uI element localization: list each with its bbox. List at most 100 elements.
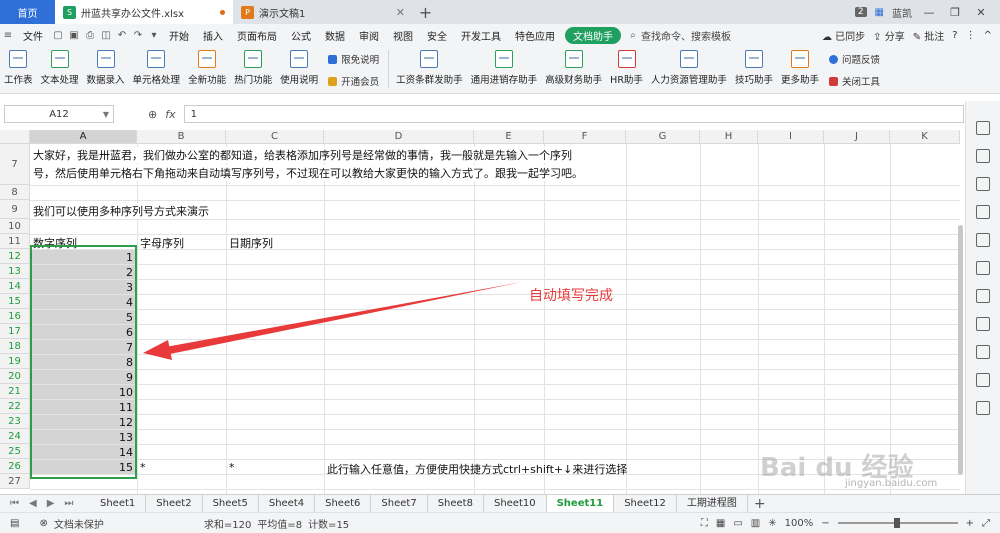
menu-start[interactable]: 开始 xyxy=(162,28,196,43)
zoom-slider[interactable] xyxy=(837,518,958,528)
helper-inventory[interactable]: 通用进销存助手 xyxy=(467,50,542,86)
cell-a19[interactable]: 8 xyxy=(31,355,136,369)
row-header[interactable]: 25 xyxy=(0,444,30,459)
cell-a20[interactable]: 9 xyxy=(31,370,136,384)
hamburger-icon[interactable]: ≡ xyxy=(0,30,16,41)
col-header-c[interactable]: C xyxy=(226,130,324,144)
table-style-icon[interactable] xyxy=(976,205,990,219)
user-avatar-icon[interactable]: ▦ xyxy=(875,7,884,18)
zoom-level[interactable]: 100% xyxy=(785,518,814,529)
save-icon[interactable]: ▣ xyxy=(66,30,82,41)
open-icon[interactable]: ▢ xyxy=(50,30,66,41)
sheet-tab[interactable]: Sheet1 xyxy=(90,494,147,513)
cell-a16[interactable]: 5 xyxy=(31,310,136,324)
row-header[interactable]: 18 xyxy=(0,339,30,354)
row-header[interactable]: 8 xyxy=(0,185,30,200)
col-header-i[interactable]: I xyxy=(758,130,824,144)
cell-d26[interactable]: 此行输入任意值，方便使用快捷方式ctrl+shift+↓来进行选择 xyxy=(327,461,627,477)
cell-a13[interactable]: 2 xyxy=(31,265,136,279)
menu-page-layout[interactable]: 页面布局 xyxy=(230,28,284,43)
row-header[interactable]: 26 xyxy=(0,459,30,474)
col-header-g[interactable]: G xyxy=(626,130,700,144)
zoom-search-icon[interactable]: ⊕ xyxy=(148,108,157,121)
close-tab-icon[interactable]: ✕ xyxy=(396,6,405,19)
col-header-b[interactable]: B xyxy=(137,130,226,144)
template-icon[interactable] xyxy=(976,345,990,359)
menu-review[interactable]: 审阅 xyxy=(352,28,386,43)
menu-insert[interactable]: 插入 xyxy=(196,28,230,43)
col-header-a[interactable]: A xyxy=(30,130,137,144)
add-sheet-button[interactable]: + xyxy=(748,496,772,512)
helper-tips[interactable]: 技巧助手 xyxy=(731,50,777,86)
menu-featured[interactable]: 特色应用 xyxy=(508,28,562,43)
print-icon[interactable]: ⎙ xyxy=(82,30,98,41)
cell-a15[interactable]: 4 xyxy=(31,295,136,309)
sheet-tab-active[interactable]: Sheet11 xyxy=(546,494,615,513)
history-icon[interactable] xyxy=(976,401,990,415)
formula-input[interactable]: 1 xyxy=(183,105,964,123)
menu-file[interactable]: 文件 xyxy=(16,28,50,43)
sheet-tab[interactable]: Sheet2 xyxy=(146,494,203,513)
helper-payroll[interactable]: 工资条群发助手 xyxy=(392,50,467,86)
cell-a26[interactable]: 15 xyxy=(31,460,136,474)
menu-doc-helper[interactable]: 文档助手 xyxy=(565,26,621,44)
select-tool-icon[interactable] xyxy=(976,121,990,135)
macro-icon[interactable]: ▤ xyxy=(10,518,19,529)
last-sheet-icon[interactable]: ⏭ xyxy=(64,498,73,509)
chart-icon[interactable] xyxy=(976,233,990,247)
sheet-tab[interactable]: 工期进程图 xyxy=(677,494,748,513)
cell-a11[interactable]: 数字序列 xyxy=(33,235,77,251)
properties-icon[interactable] xyxy=(976,177,990,191)
row-header[interactable]: 9 xyxy=(0,200,30,219)
ribbon-worksheet[interactable]: 工作表 xyxy=(0,50,37,86)
open-member-button[interactable]: 开通会员 xyxy=(328,74,379,88)
backup-icon[interactable] xyxy=(976,289,990,303)
helper-finance[interactable]: 高级财务助手 xyxy=(541,50,606,86)
cell-a21[interactable]: 10 xyxy=(31,385,136,399)
name-box[interactable]: A12 ▼ xyxy=(4,105,114,123)
page-layout-icon[interactable]: ▭ xyxy=(733,518,742,529)
cell-a25[interactable]: 14 xyxy=(31,445,136,459)
tab-other-doc[interactable]: P 演示文稿1 ✕ xyxy=(233,0,413,24)
help-icon[interactable]: ? xyxy=(952,30,957,41)
dropdown-icon[interactable]: ▾ xyxy=(146,30,162,41)
row-header[interactable]: 17 xyxy=(0,324,30,339)
undo-icon[interactable]: ↶ xyxy=(114,30,130,41)
ribbon-cell-process[interactable]: 单元格处理 xyxy=(129,50,185,86)
sheet-tab[interactable]: Sheet7 xyxy=(371,494,428,513)
cell-a14[interactable]: 3 xyxy=(31,280,136,294)
search-icon[interactable]: ⌕ xyxy=(625,30,641,41)
sheet-tab[interactable]: Sheet10 xyxy=(484,494,547,513)
row-header[interactable]: 22 xyxy=(0,399,30,414)
normal-view-icon[interactable]: ▦ xyxy=(716,518,725,529)
cell-c26[interactable]: * xyxy=(229,461,235,474)
reading-mode-icon[interactable]: ✳ xyxy=(768,518,776,529)
cell-a18[interactable]: 7 xyxy=(31,340,136,354)
scrollbar-thumb[interactable] xyxy=(958,225,963,475)
ribbon-data-entry[interactable]: 数据录入 xyxy=(83,50,129,86)
menu-view[interactable]: 视图 xyxy=(386,28,420,43)
col-header-h[interactable]: H xyxy=(700,130,758,144)
menu-formula[interactable]: 公式 xyxy=(284,28,318,43)
image-icon[interactable] xyxy=(976,317,990,331)
prev-sheet-icon[interactable]: ◀ xyxy=(29,498,37,509)
helper-hr[interactable]: HR助手 xyxy=(606,50,647,86)
sheet-tab[interactable]: Sheet4 xyxy=(259,494,316,513)
home-tab[interactable]: 首页 xyxy=(0,0,55,24)
cell-b26[interactable]: * xyxy=(140,461,146,474)
cell-a7-line2[interactable]: 号，然后使用单元格右下角拖动来自动填写序列号，不过现在可以教给大家更快的输入方式… xyxy=(33,165,618,181)
redo-icon[interactable]: ↷ xyxy=(130,30,146,41)
cell-a9[interactable]: 我们可以使用多种序列号方式来演示 xyxy=(33,203,209,219)
first-sheet-icon[interactable]: ⏮ xyxy=(10,498,19,509)
sync-status[interactable]: ☁ 已同步 xyxy=(822,28,865,43)
row-header[interactable]: 12 xyxy=(0,249,30,264)
col-header-e[interactable]: E xyxy=(474,130,544,144)
cell-a24[interactable]: 13 xyxy=(31,430,136,444)
row-header[interactable]: 14 xyxy=(0,279,30,294)
col-header-f[interactable]: F xyxy=(544,130,626,144)
maximize-icon[interactable]: ❐ xyxy=(946,6,964,19)
comment-button[interactable]: ✎ 批注 xyxy=(913,28,945,43)
free-limit-button[interactable]: 限免说明 xyxy=(328,52,379,66)
sheet-tab[interactable]: Sheet5 xyxy=(203,494,259,513)
row-header[interactable]: 13 xyxy=(0,264,30,279)
